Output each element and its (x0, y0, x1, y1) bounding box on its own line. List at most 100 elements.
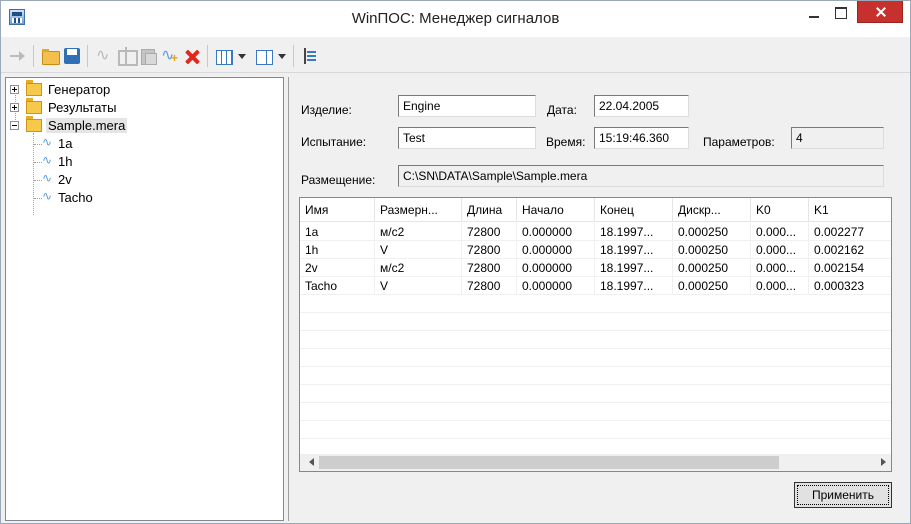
column-header-length[interactable]: Длина (462, 198, 517, 222)
expand-icon[interactable] (10, 85, 19, 94)
tree-item-label: Генератор (48, 82, 111, 97)
column-header-end[interactable]: Конец (595, 198, 673, 222)
export-arrow-icon[interactable] (9, 47, 27, 65)
tree-item-label: Sample.mera (46, 118, 128, 133)
table-row[interactable]: 1a м/с2 72800 0.000000 18.1997... 0.0002… (300, 223, 891, 241)
tree-connector (34, 162, 42, 163)
new-signal-icon[interactable] (161, 45, 179, 65)
column-header-k0[interactable]: K0 (751, 198, 809, 222)
expand-icon[interactable] (10, 103, 19, 112)
cell-k1: 0.002154 (809, 259, 891, 277)
collapse-icon[interactable] (10, 121, 19, 130)
chevron-down-icon[interactable] (237, 47, 247, 65)
signal-manager-window: WinПОС: Менеджер сигналов Генератор (0, 0, 911, 524)
empty-row (300, 331, 891, 349)
toolbar-separator (87, 45, 88, 67)
toolbar-separator (207, 45, 208, 67)
location-label: Размещение: (301, 173, 376, 187)
params-label: Параметров: (703, 135, 775, 149)
toolbar (1, 37, 910, 73)
column-header-k1[interactable]: K1 (809, 198, 891, 222)
empty-row (300, 421, 891, 439)
cell-name: Tacho (300, 277, 375, 295)
tree-item-label: 1a (58, 136, 73, 151)
cell-length: 72800 (462, 277, 517, 295)
cell-length: 72800 (462, 259, 517, 277)
panels-view-icon[interactable] (255, 47, 273, 65)
table-row[interactable]: 1h V 72800 0.000000 18.1997... 0.000250 … (300, 241, 891, 259)
window-title: WinПОС: Менеджер сигналов (351, 10, 560, 27)
empty-row (300, 385, 891, 403)
minimize-button[interactable] (801, 1, 827, 25)
delete-x-icon[interactable] (183, 47, 201, 65)
apply-button[interactable]: Применить (794, 482, 892, 508)
cell-start: 0.000000 (517, 241, 595, 259)
table-row[interactable]: 2v м/с2 72800 0.000000 18.1997... 0.0002… (300, 259, 891, 277)
signal-icon: ∿ (42, 189, 53, 203)
cell-start: 0.000000 (517, 223, 595, 241)
column-header-sampling[interactable]: Дискр... (673, 198, 751, 222)
cell-name: 2v (300, 259, 375, 277)
params-count-field: 4 (791, 127, 884, 149)
scroll-left-icon[interactable] (300, 454, 317, 471)
empty-row (300, 403, 891, 421)
time-field[interactable]: 15:19:46.360 (594, 127, 689, 149)
scroll-thumb[interactable] (319, 456, 779, 469)
date-label: Дата: (547, 103, 577, 117)
table-row[interactable]: Tacho V 72800 0.000000 18.1997... 0.0002… (300, 277, 891, 295)
cell-length: 72800 (462, 223, 517, 241)
tree-connector (34, 180, 42, 181)
column-header-name[interactable]: Имя (300, 198, 375, 222)
test-field[interactable]: Test (398, 127, 536, 149)
copy-icon[interactable] (139, 47, 157, 65)
signal-icon: ∿ (42, 135, 53, 149)
cell-unit: V (375, 241, 462, 259)
cell-end: 18.1997... (595, 223, 673, 241)
folder-icon (26, 80, 42, 96)
tree-connector (33, 133, 34, 215)
toolbar-separator (293, 45, 294, 67)
folder-icon (26, 98, 42, 114)
columns-view-icon[interactable] (215, 47, 233, 65)
cell-name: 1h (300, 241, 375, 259)
scroll-right-icon[interactable] (874, 454, 891, 471)
tree-item-label: 2v (58, 172, 72, 187)
folder-open-icon[interactable] (41, 47, 60, 65)
maximize-button[interactable] (827, 1, 853, 25)
title-bar[interactable]: WinПОС: Менеджер сигналов (1, 1, 910, 37)
cell-unit: м/с2 (375, 223, 462, 241)
signals-table[interactable]: Имя Размерн... Длина Начало Конец Дискр.… (299, 197, 892, 472)
product-field[interactable]: Engine (398, 95, 536, 117)
cell-length: 72800 (462, 241, 517, 259)
cell-unit: м/с2 (375, 259, 462, 277)
horizontal-scrollbar[interactable] (300, 454, 891, 471)
column-header-start[interactable]: Начало (517, 198, 595, 222)
floppy-disk-icon[interactable] (63, 47, 81, 65)
cell-sampling: 0.000250 (673, 277, 751, 295)
cell-k1: 0.002162 (809, 241, 891, 259)
cell-start: 0.000000 (517, 259, 595, 277)
chevron-down-icon[interactable] (277, 47, 287, 65)
cell-end: 18.1997... (595, 259, 673, 277)
signal-wave-icon[interactable] (95, 45, 113, 65)
tree-connector (34, 198, 42, 199)
empty-row (300, 313, 891, 331)
tree-view-icon[interactable] (301, 47, 319, 65)
cell-end: 18.1997... (595, 241, 673, 259)
signal-details-panel: Изделие: Engine Дата: 22.04.2005 Испытан… (288, 77, 906, 521)
cell-sampling: 0.000250 (673, 259, 751, 277)
close-button[interactable] (857, 1, 903, 23)
signal-icon: ∿ (42, 171, 53, 185)
column-header-unit[interactable]: Размерн... (375, 198, 462, 222)
folder-open-icon (26, 116, 42, 132)
cell-sampling: 0.000250 (673, 241, 751, 259)
tree-item-label: Результаты (48, 100, 117, 115)
empty-row (300, 367, 891, 385)
cell-k0: 0.000... (751, 259, 809, 277)
cell-k0: 0.000... (751, 277, 809, 295)
cell-sampling: 0.000250 (673, 223, 751, 241)
split-icon[interactable] (117, 47, 138, 66)
date-field[interactable]: 22.04.2005 (594, 95, 689, 117)
signal-tree[interactable]: Генератор Результаты Sample.mera ∿ 1a ∿ … (5, 77, 284, 521)
table-header: Имя Размерн... Длина Начало Конец Дискр.… (300, 198, 891, 222)
